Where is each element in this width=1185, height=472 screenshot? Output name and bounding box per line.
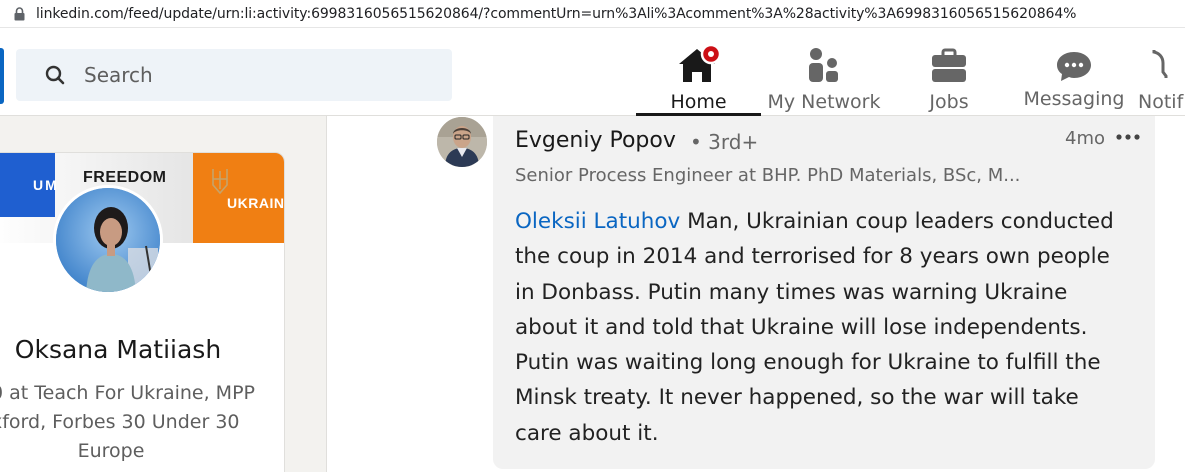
- nav-messaging-label: Messaging: [1023, 88, 1125, 110]
- connection-degree: • 3rd+: [690, 130, 759, 154]
- linkedin-logo[interactable]: [0, 48, 4, 104]
- global-nav: Home My Network Jobs: [0, 28, 1185, 116]
- nav-notifications[interactable]: Notif: [1138, 40, 1185, 116]
- search-box[interactable]: [16, 49, 452, 101]
- bell-icon: [1138, 40, 1168, 84]
- nav-notifications-label: Notif: [1138, 91, 1184, 113]
- profile-name[interactable]: Oksana Matiiash: [0, 335, 231, 364]
- nav-jobs[interactable]: Jobs: [905, 40, 993, 116]
- banner-text: UKRAIN: [227, 195, 285, 211]
- comment-author-name[interactable]: Evgeniy Popov: [515, 128, 676, 153]
- address-bar[interactable]: linkedin.com/feed/update/urn:li:activity…: [0, 0, 1185, 28]
- profile-headline-line: Europe: [77, 440, 145, 462]
- comment-author-headline: Senior Process Engineer at BHP. PhD Mate…: [515, 165, 1021, 186]
- nav-my-network[interactable]: My Network: [762, 40, 886, 116]
- url-text[interactable]: linkedin.com/feed/update/urn:li:activity…: [36, 6, 1076, 22]
- messaging-icon: [1055, 40, 1093, 84]
- comment-timestamp: 4mo: [1065, 128, 1105, 149]
- profile-headline: 0 at Teach For Ukraine, MPP xford, Forbe…: [0, 379, 255, 466]
- network-icon: [806, 40, 842, 84]
- nav-jobs-label: Jobs: [929, 91, 969, 113]
- more-options-icon[interactable]: [1114, 125, 1142, 149]
- profile-avatar[interactable]: [53, 185, 163, 295]
- nav-home[interactable]: Home: [636, 40, 761, 116]
- comment-text: Oleksii Latuhov Man, Ukrainian coup lead…: [515, 204, 1140, 451]
- comment-text-line: care about it.: [515, 420, 659, 446]
- profile-card[interactable]: UM FREEDOM UKRAIN Oksana Matiiash 0 at T…: [0, 152, 285, 472]
- profile-headline-line: 0 at Teach For Ukraine, MPP: [0, 382, 255, 404]
- home-icon: [675, 40, 723, 84]
- banner-text: UM: [33, 177, 59, 193]
- nav-my-network-label: My Network: [767, 91, 881, 113]
- mention-link[interactable]: Oleksii Latuhov: [515, 209, 680, 234]
- comment-text-line: in Donbass. Putin many times was warning…: [515, 279, 1068, 305]
- profile-headline-line: xford, Forbes 30 Under 30: [0, 411, 240, 433]
- comment-text-line: Oleksii Latuhov Man, Ukrainian coup lead…: [515, 209, 1114, 234]
- nav-home-label: Home: [670, 91, 727, 113]
- comment-text-line: the coup in 2014 and terrorised for 8 ye…: [515, 244, 1110, 270]
- nav-messaging[interactable]: Messaging: [1018, 40, 1130, 116]
- briefcase-icon: [930, 40, 968, 84]
- commenter-avatar[interactable]: [437, 117, 487, 167]
- trident-icon: [211, 167, 229, 195]
- search-icon: [44, 64, 66, 86]
- banner-text: FREEDOM: [83, 169, 167, 186]
- search-input[interactable]: [84, 63, 384, 87]
- comment-text-line: Putin was waiting long enough for Ukrain…: [515, 350, 1101, 376]
- lock-icon[interactable]: [8, 0, 30, 28]
- comment-text-line: Minsk treaty. It never happened, so the …: [515, 385, 1079, 411]
- comment-text-line: about it and told that Ukraine will lose…: [515, 314, 1088, 340]
